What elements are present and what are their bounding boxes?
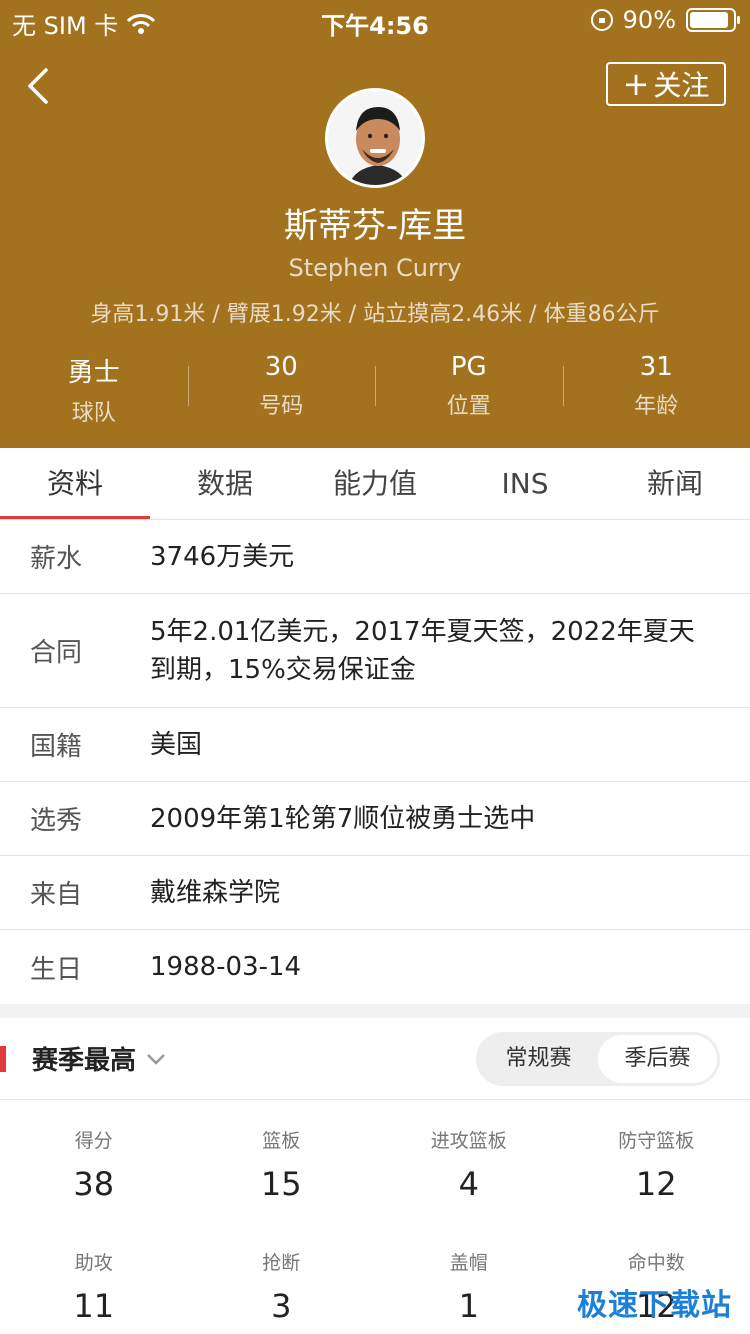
- rotation-lock-icon: [590, 9, 613, 31]
- info-row-contract: 合同 5年2.01亿美元，2017年夏天签，2022年夏天到期，15%交易保证金: [0, 594, 750, 708]
- stat-cell-def-rebounds: 防守篮板 12: [618, 1130, 695, 1203]
- battery-icon: [686, 8, 740, 32]
- chevron-down-icon: [147, 1053, 165, 1065]
- player-name-cn: 斯蒂芬-库里: [283, 206, 467, 246]
- back-icon[interactable]: [20, 66, 60, 106]
- tab-news[interactable]: 新闻: [600, 448, 750, 519]
- follow-button[interactable]: + 关注: [606, 62, 726, 106]
- player-stats-row: 勇士 球队 30 号码 PG 位置 31 年龄: [0, 352, 750, 426]
- stat-position: PG 位置: [375, 352, 563, 422]
- info-row-salary: 薪水 3746万美元: [0, 520, 750, 594]
- stat-age: 31 年龄: [562, 352, 750, 422]
- stat-cell-blocks: 盖帽 1: [449, 1252, 488, 1325]
- plus-icon: +: [622, 65, 650, 103]
- segment-playoffs[interactable]: 季后赛: [598, 1035, 717, 1083]
- info-row-birthday: 生日 1988-03-14: [30, 952, 302, 985]
- stat-cell-points: 得分 38: [73, 1130, 115, 1203]
- season-high-header: 赛季最高 常规赛 季后赛: [0, 1018, 750, 1100]
- tab-data[interactable]: 数据: [150, 448, 300, 519]
- profile-info-list: 薪水 3746万美元 合同 5年2.01亿美元，2017年夏天签，2022年夏天…: [0, 520, 750, 1004]
- stat-number: 30 号码: [187, 352, 376, 422]
- info-row-nationality: 国籍 美国: [0, 708, 750, 782]
- season-high-dropdown[interactable]: 赛季最高: [32, 1040, 166, 1077]
- stat-team: 勇士 球队: [67, 358, 120, 426]
- battery-percent: 90%: [622, 6, 676, 34]
- tab-ins[interactable]: INS: [450, 448, 600, 519]
- season-type-toggle: 常规赛 季后赛: [476, 1032, 720, 1086]
- player-measurements: 身高1.91米 / 臂展1.92米 / 站立摸高2.46米 / 体重86公斤: [90, 302, 660, 327]
- segment-regular-season[interactable]: 常规赛: [479, 1035, 598, 1083]
- stat-cell-assists: 助攻 11: [73, 1252, 115, 1325]
- player-avatar: [325, 88, 425, 188]
- tab-profile[interactable]: 资料: [0, 448, 150, 519]
- section-accent-bar: [0, 1046, 6, 1072]
- status-bar: 无 SIM 卡 下午4:56 90%: [0, 0, 750, 40]
- stat-cell-off-rebounds: 进攻篮板 4: [430, 1130, 507, 1203]
- tab-bar: 资料 数据 能力值 INS 新闻: [0, 448, 750, 520]
- stat-cell-rebounds: 篮板 15: [260, 1130, 302, 1203]
- stat-cell-steals: 抢断 3: [262, 1252, 301, 1325]
- watermark: 极速下载站: [577, 1288, 732, 1323]
- info-row-draft: 选秀 2009年第1轮第7顺位被勇士选中: [0, 782, 750, 856]
- tab-ability[interactable]: 能力值: [300, 448, 450, 519]
- player-header: 无 SIM 卡 下午4:56 90% + 关注 斯蒂芬-库里 Stephen C…: [0, 0, 750, 448]
- info-row-college: 来自 戴维森学院: [0, 856, 750, 930]
- player-name-en: Stephen Curry: [288, 254, 462, 282]
